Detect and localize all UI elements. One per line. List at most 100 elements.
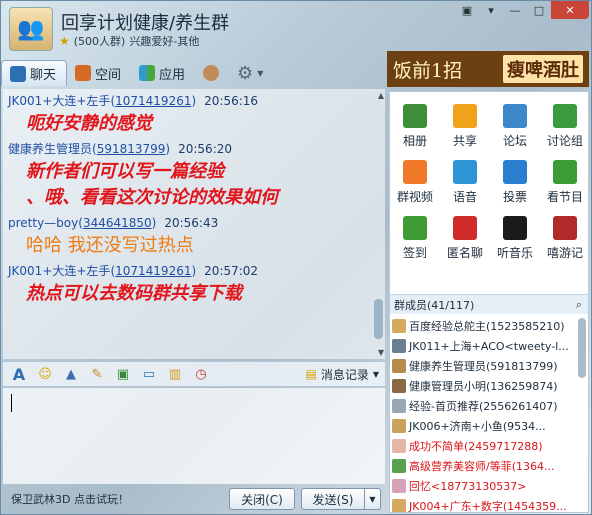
message-time: 20:56:43 [164,216,219,230]
chevron-down-icon: ▼ [257,68,264,78]
house-icon [75,65,92,81]
add-member-button[interactable] [195,60,229,86]
member-name: JK004+广东+数字(1454359... [409,500,567,512]
ad-banner[interactable]: 饭前1招 瘦啤酒肚 [387,51,589,87]
history-button[interactable]: ▤ 消息记录 ▼ [305,366,379,383]
member-avatar-icon [392,479,406,493]
tab-space-label: 空间 [95,67,122,83]
message: 健康养生管理员(591813799) 20:56:20 新作者们可以写一篇经验 、… [3,139,385,211]
app-forum[interactable]: 论坛 [490,104,540,154]
text-caret [11,394,12,412]
scroll-down-icon[interactable]: ▼ [378,348,384,357]
tab-apps[interactable]: 应用 [131,60,195,86]
maximize-button[interactable]: □ [527,1,551,19]
app-voice[interactable]: 语音 [440,160,490,210]
app-discussion[interactable]: 讨论组 [540,104,590,154]
emoji-icon[interactable]: ☺ [35,365,55,383]
member-item[interactable]: JK011+上海+ACO<tweety-l... [390,336,588,356]
app-label: 语音 [452,190,477,204]
member-item[interactable]: 百度经验总舵主(1523585210) [390,316,588,336]
chart-icon[interactable]: ▥ [165,365,185,383]
app-mask[interactable]: 匿名聊 [440,216,490,266]
search-icon[interactable]: ⌕ [576,298,582,312]
app-video[interactable]: 群视频 [390,160,440,210]
history-label: 消息记录 [320,367,369,382]
sender-name: 健康养生管理员 [8,142,93,156]
sender-id-link[interactable]: 1071419261 [115,264,191,278]
app-label: 相册 [402,134,427,148]
member-item[interactable]: 高级营养美容师/等菲(1364... [390,456,588,476]
member-item[interactable]: 健康管理员小明(136259874) [390,376,588,396]
mask-icon [453,216,477,240]
menu-button[interactable]: ▾ [479,1,503,19]
sender-id-link[interactable]: 1071419261 [115,94,191,108]
send-button[interactable]: 发送(S) [301,488,365,510]
shake-icon[interactable]: ▲ [61,365,81,383]
ad-text-2: 瘦啤酒肚 [503,55,583,83]
send-options-button[interactable]: ▼ [365,488,381,510]
settings-button[interactable]: ⚙ ▼ [229,60,273,86]
app-music[interactable]: 听音乐 [490,216,540,266]
scroll-up-icon[interactable]: ▲ [378,91,384,100]
member-scrollbar[interactable] [578,318,586,378]
tab-chat[interactable]: 聊天 [1,60,68,86]
sender-id-link[interactable]: 344641850 [83,216,152,230]
timer-icon[interactable]: ◷ [191,365,211,383]
ad-text-1: 饭前1招 [393,59,463,82]
video-icon [403,160,427,184]
app-vote[interactable]: 投票 [490,160,540,210]
minimize-button[interactable]: — [503,1,527,19]
tab-chat-label: 聊天 [30,68,57,83]
group-avatar[interactable]: 👥 [9,7,53,51]
member-name: 回忆<18773130537> [409,480,527,493]
folder-icon [453,104,477,128]
skin-button[interactable]: ▣ [455,1,479,19]
app-label: 嘻游记 [546,246,583,260]
image-icon[interactable]: ▣ [113,365,133,383]
app-grid: 相册 共享 论坛 讨论组群视频 语音 投票 看节目签到 匿名聊 听音乐 嘻游记 [390,92,588,266]
app-checkin[interactable]: 签到 [390,216,440,266]
chat-icon [10,65,26,82]
member-item[interactable]: JK004+广东+数字(1454359... [390,496,588,512]
app-label: 共享 [452,134,477,148]
app-film[interactable]: 看节目 [540,160,590,210]
app-folder[interactable]: 共享 [440,104,490,154]
member-item[interactable]: JK006+济南+小鱼(9534... [390,416,588,436]
music-icon [503,216,527,240]
members-header: 群成员(41/117) ⌕ [390,294,588,314]
member-item[interactable]: 回忆<18773130537> [390,476,588,496]
member-avatar-icon [392,339,406,353]
message-meta: JK001+大连+左手(1071419261) 20:57:02 [8,264,259,278]
album-icon [403,104,427,128]
member-avatar-icon [392,399,406,413]
message-time: 20:57:02 [204,264,259,278]
sender-id-link[interactable]: 591813799 [97,142,166,156]
message-scrollbar[interactable]: ▲ ▼ [371,89,385,359]
tab-bar: 聊天 空间 应用 ⚙ ▼ [1,59,273,87]
member-item[interactable]: 成功不简单(2459717288) [390,436,588,456]
close-button[interactable]: 关闭(C) [229,488,295,510]
message-text: 哈哈 我还没写过热点 [26,235,194,256]
app-game[interactable]: 嘻游记 [540,216,590,266]
app-album[interactable]: 相册 [390,104,440,154]
member-item[interactable]: 健康养生管理员(591813799) [390,356,588,376]
font-icon[interactable]: A [9,365,29,384]
group-category: 兴趣爱好-其他 [129,35,200,48]
member-name: 健康管理员小明(136259874) [409,380,558,393]
group-title: 回享计划健康/养生群 [61,13,230,34]
scroll-thumb[interactable] [374,299,383,339]
member-avatar-icon [392,459,406,473]
member-item[interactable]: 经验-首页推荐(2556261407) [390,396,588,416]
app-label: 听音乐 [496,246,533,260]
member-name: 高级营养美容师/等菲(1364... [409,460,555,473]
tab-space[interactable]: 空间 [67,60,131,86]
app-label: 签到 [402,246,427,260]
message-input[interactable] [3,388,385,484]
member-count: (500人群) [73,35,126,48]
doodle-icon[interactable]: ✎ [87,365,107,383]
gear-icon: ⚙ [237,62,254,84]
close-window-button[interactable]: ✕ [551,1,589,19]
game-promo-link[interactable]: 保卫武林3D 点击试玩！ [11,491,129,507]
voice-icon [453,160,477,184]
screen-icon[interactable]: ▭ [139,365,159,383]
